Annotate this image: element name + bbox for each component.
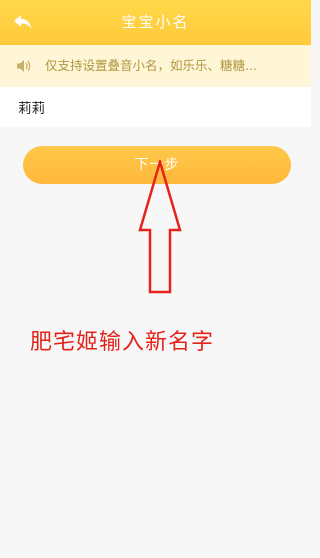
name-input-row — [0, 87, 311, 127]
notice-bar: 仅支持设置叠音小名，如乐乐、糖糖... — [0, 45, 311, 87]
notice-text: 仅支持设置叠音小名，如乐乐、糖糖... — [45, 58, 257, 73]
red-outline-up-arrow-icon — [138, 160, 182, 294]
nickname-input[interactable] — [0, 87, 311, 127]
speaker-icon — [17, 60, 31, 72]
app-header: 宝宝小名 — [0, 0, 311, 45]
page-title: 宝宝小名 — [121, 13, 190, 31]
annotation-text: 肥宅姬输入新名字 — [30, 330, 215, 355]
